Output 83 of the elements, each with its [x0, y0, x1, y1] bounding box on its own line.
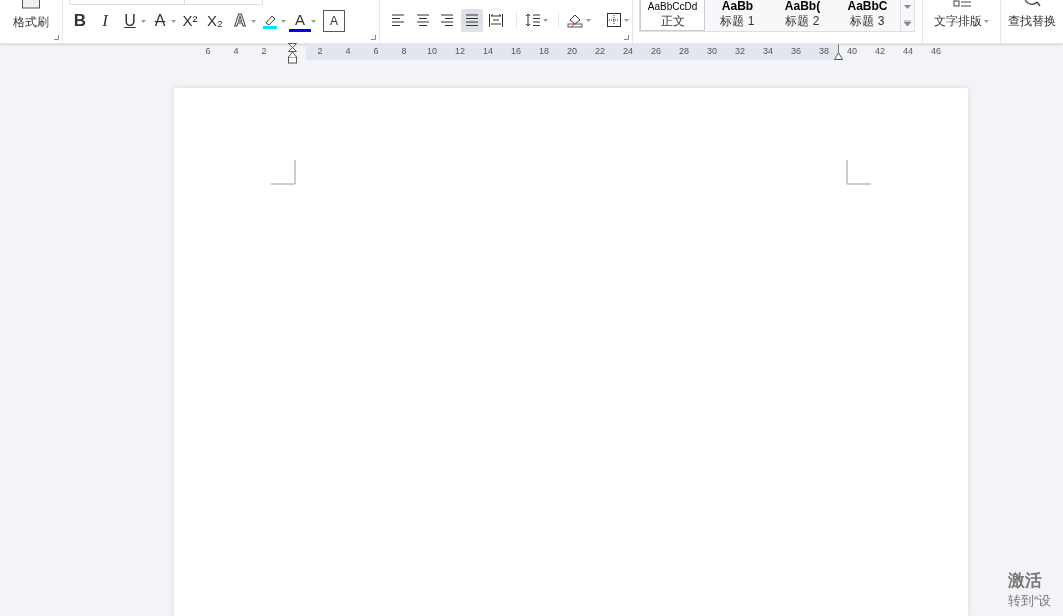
caret-icon: [586, 18, 592, 22]
ruler-number: 20: [567, 45, 577, 59]
ruler-number: 36: [791, 45, 801, 59]
distribute-icon: [488, 12, 505, 28]
dialog-launcher-icon[interactable]: [371, 35, 376, 40]
ruler-number: 32: [735, 45, 745, 59]
ruler-number: 10: [427, 45, 437, 59]
style-preset[interactable]: AaBb 标题 1: [705, 0, 770, 31]
ruler-number: 2: [261, 45, 267, 59]
style-preview-text: AaBb(: [784, 0, 821, 13]
dialog-launcher-icon[interactable]: [54, 35, 59, 40]
superscript-button[interactable]: X²: [179, 10, 201, 32]
style-name: 标题 2: [785, 13, 820, 29]
ruler-number: 24: [623, 45, 633, 59]
ruler-number: 16: [511, 45, 521, 59]
style-preset[interactable]: AaBbCcDd 正文: [640, 0, 705, 31]
bold-button[interactable]: B: [69, 10, 91, 32]
caret-icon: [171, 19, 176, 23]
style-preset[interactable]: AaBb( 标题 2: [770, 0, 835, 31]
ruler-number: 6: [373, 45, 379, 59]
font-name-field[interactable]: [69, 0, 185, 5]
justify-icon: [463, 12, 480, 28]
line-spacing-icon[interactable]: [524, 12, 541, 28]
dialog-launcher-icon[interactable]: [624, 35, 629, 40]
style-name: 正文: [660, 13, 685, 29]
caret-icon: [281, 19, 286, 23]
more-styles-icon[interactable]: [904, 19, 911, 26]
borders-icon[interactable]: [606, 12, 623, 28]
right-indent-marker-icon[interactable]: [834, 52, 843, 60]
align-center-icon: [414, 12, 431, 28]
ruler-number: 18: [539, 45, 549, 59]
ruler-number: 38: [819, 45, 829, 59]
boxed-button[interactable]: A: [323, 10, 345, 32]
ruler-number: 14: [483, 45, 493, 59]
activation-title: 激活: [1008, 570, 1043, 592]
format-painter-button[interactable]: 格式刷: [13, 15, 49, 29]
ruler-number: 34: [763, 45, 773, 59]
justify-button[interactable]: [460, 8, 484, 32]
activation-hint: 转到“设: [1008, 592, 1052, 610]
caret-icon: [311, 19, 316, 23]
ruler-number: 28: [679, 45, 689, 59]
caret-icon: [984, 19, 989, 23]
ruler-number: 26: [651, 45, 661, 59]
font-size-field[interactable]: [185, 0, 263, 5]
underline-button[interactable]: U: [119, 10, 141, 32]
font-color-button[interactable]: A: [289, 10, 311, 32]
caret-icon: [141, 19, 146, 23]
scroll-down-icon[interactable]: [904, 5, 911, 10]
style-preview-text: AaBb: [721, 0, 754, 13]
ruler-number: 4: [345, 45, 351, 59]
text-layout-button[interactable]: 文字排版: [934, 14, 989, 28]
highlighter-icon: [262, 13, 278, 29]
caret-icon: [542, 18, 548, 22]
ruler-number: 4: [233, 45, 239, 59]
style-preview-text: AaBbC: [847, 0, 888, 13]
italic-button[interactable]: I: [94, 10, 116, 32]
ruler-number: 22: [595, 45, 605, 59]
strike-button[interactable]: A: [149, 10, 171, 32]
shading-bucket-icon[interactable]: [567, 12, 585, 28]
align-left-icon: [390, 12, 407, 28]
style-name: 标题 3: [850, 13, 885, 29]
text-layout-icon: [950, 0, 973, 9]
ruler-number: 42: [875, 45, 885, 59]
subscript-button[interactable]: X₂: [204, 10, 226, 32]
ruler-number: 46: [931, 45, 941, 59]
ruler-number: 6: [205, 45, 211, 59]
caret-icon: [251, 19, 256, 23]
ruler-number: 12: [455, 45, 465, 59]
align-right-icon: [439, 12, 456, 28]
margin-corner-mark: [271, 160, 296, 185]
find-replace-button[interactable]: 查找替换: [1008, 14, 1056, 28]
ruler-number: 30: [707, 45, 717, 59]
search-icon: [1022, 0, 1042, 9]
ruler-number: 2: [317, 45, 323, 59]
ruler-number: 8: [401, 45, 407, 59]
caret-icon: [624, 18, 630, 22]
ruler-number: 40: [847, 45, 857, 59]
style-preview-text: AaBbCcDd: [647, 0, 698, 13]
style-name: 标题 1: [720, 13, 755, 29]
ruler-number: 44: [903, 45, 913, 59]
indent-marker-icon[interactable]: [287, 43, 297, 65]
margin-corner-mark: [846, 160, 871, 185]
style-preset[interactable]: AaBbC 标题 3: [835, 0, 900, 31]
